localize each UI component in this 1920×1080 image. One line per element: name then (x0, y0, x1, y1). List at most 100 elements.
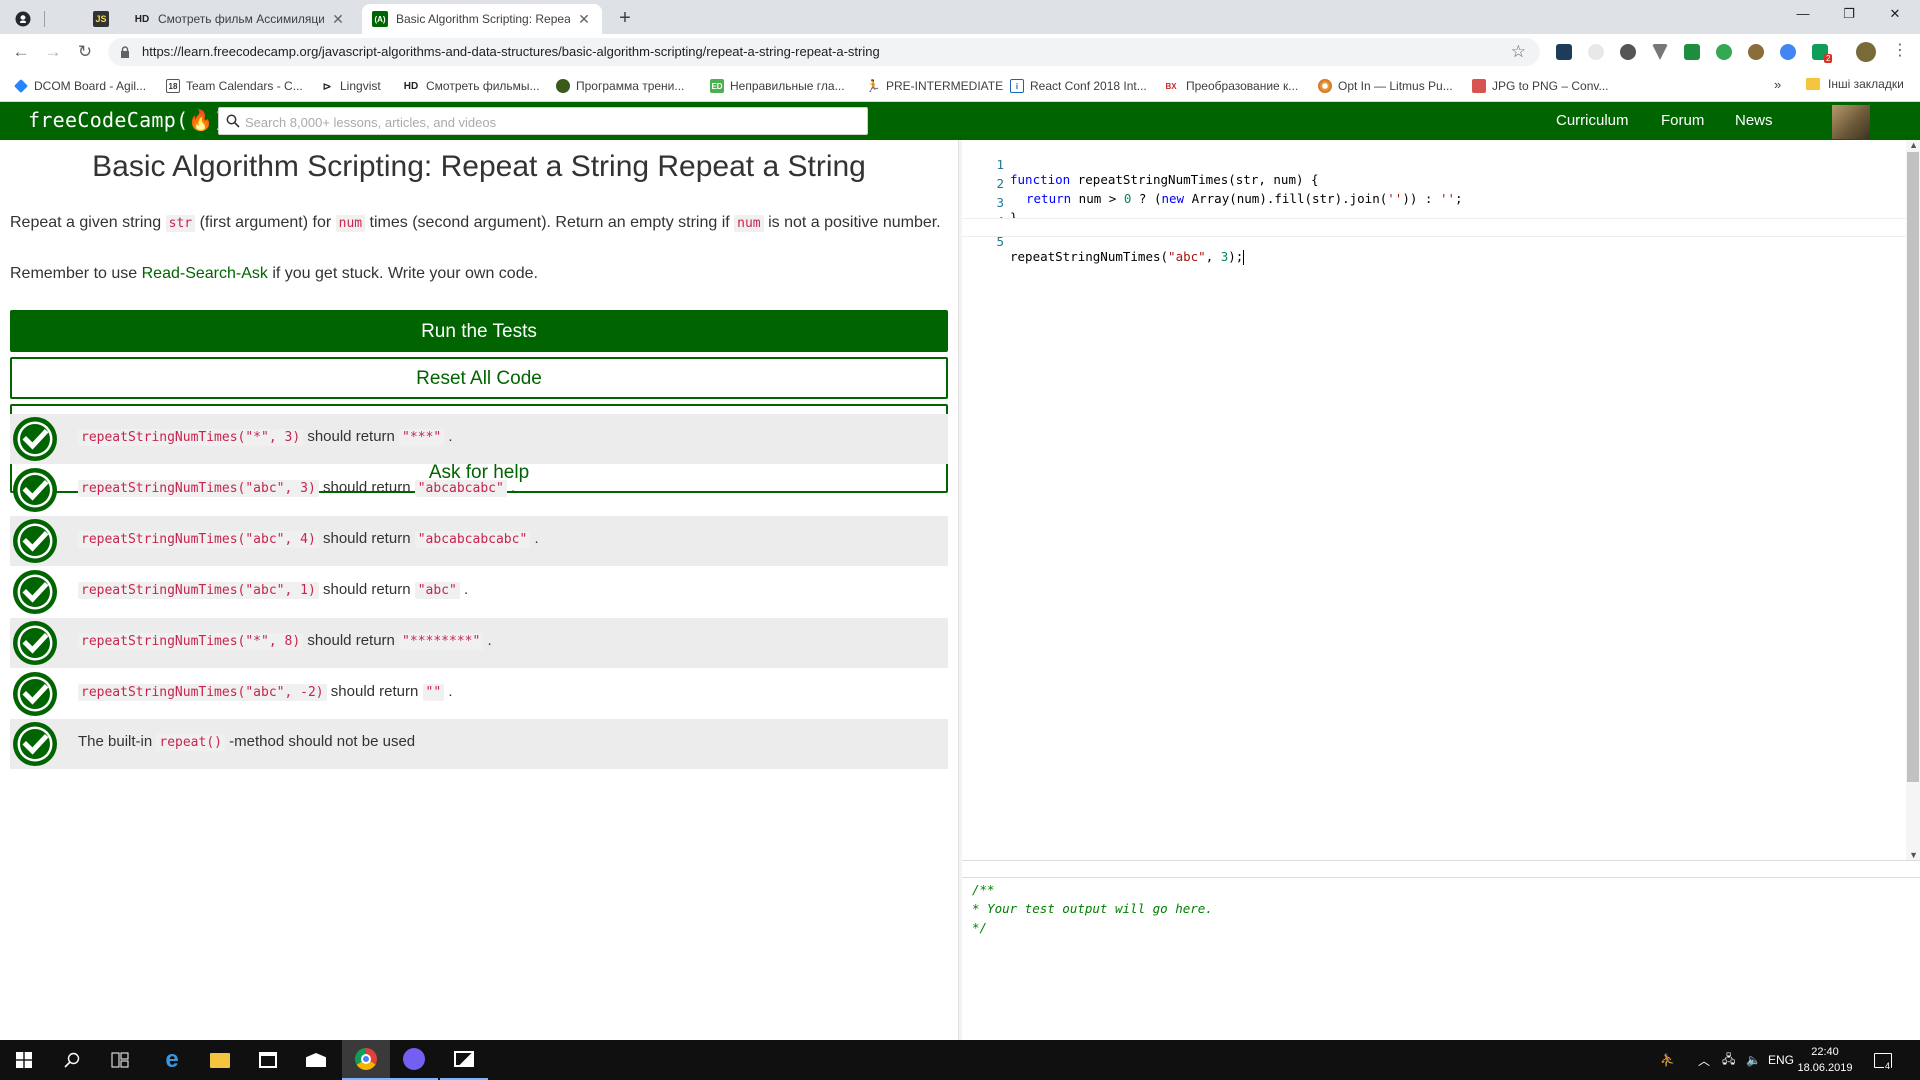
challenge-panel: Basic Algorithm Scripting: Repeat a Stri… (0, 140, 958, 1040)
fcc-navbar: freeCodeCamp(🔥) Curriculum Forum News (0, 102, 1920, 140)
inline-code: "***" (399, 429, 445, 446)
tab-github[interactable] (2, 4, 44, 34)
scroll-up-icon[interactable]: ▲ (1909, 140, 1918, 150)
read-search-ask-link[interactable]: Read-Search-Ask (142, 265, 268, 282)
challenge-description: Repeat a given string str (first argumen… (10, 214, 941, 232)
bookmark-item[interactable]: Opt In — Litmus Pu... (1318, 77, 1453, 95)
windows-taskbar: e ⛹ ︿ 🖧 🔈 ENG 22:40 18.06.2019 4 (0, 1040, 1920, 1080)
challenge-help-text: Remember to use Read-Search-Ask if you g… (10, 265, 538, 282)
taskbar-store[interactable] (244, 1040, 292, 1080)
bx-icon: BX (1165, 81, 1177, 91)
calendar-icon: 18 (166, 79, 180, 93)
input-language[interactable]: ENG (1768, 1040, 1794, 1080)
editor-scrollbar[interactable]: ▲ ▼ (1906, 140, 1920, 860)
extension-clock-icon[interactable] (1588, 44, 1604, 60)
extension-circle-icon[interactable] (1620, 44, 1636, 60)
close-window-button[interactable]: ✕ (1872, 0, 1918, 30)
photos-icon (454, 1051, 474, 1067)
chrome-menu-icon[interactable]: ⋮ (1892, 40, 1908, 60)
address-bar[interactable]: https://learn.freecodecamp.org/javascrip… (108, 38, 1540, 66)
tab-movie[interactable]: HD Смотреть фильм Ассимиляция ✕ (124, 4, 356, 34)
task-view-button[interactable] (96, 1040, 144, 1080)
fcc-search-box[interactable] (218, 107, 868, 135)
nav-forum-link[interactable]: Forum (1661, 112, 1704, 129)
extension-vue-icon[interactable] (1652, 44, 1668, 60)
taskbar-edge[interactable]: e (148, 1040, 196, 1080)
tray-chevron-icon[interactable]: ︿ (1698, 1040, 1710, 1080)
minimize-button[interactable]: — (1780, 0, 1826, 30)
test-passed-check-icon (13, 518, 57, 563)
lock-icon (121, 46, 129, 58)
system-clock[interactable]: 22:40 18.06.2019 (1794, 1044, 1856, 1076)
output-resize-handle[interactable] (962, 860, 1920, 878)
taskbar-photos[interactable] (440, 1040, 488, 1080)
bookmark-star-icon[interactable]: ☆ (1511, 42, 1526, 62)
tab-js[interactable]: JS (80, 4, 122, 34)
bookmark-item[interactable]: ⊳ Lingvist (320, 77, 380, 95)
fcc-logo[interactable]: freeCodeCamp(🔥) (28, 108, 226, 132)
extension-recycle-icon[interactable] (1716, 44, 1732, 60)
inline-code: num (335, 215, 366, 232)
volume-icon[interactable]: 🔈 (1746, 1040, 1761, 1080)
nav-news-link[interactable]: News (1735, 112, 1773, 129)
run-tests-button[interactable]: Run the Tests (10, 310, 948, 352)
bookmarks-overflow-button[interactable]: » (1774, 77, 1781, 92)
taskbar-file-explorer[interactable] (196, 1040, 244, 1080)
new-tab-button[interactable]: + (612, 6, 638, 32)
bookmark-item[interactable]: HD Смотреть фильмы... (402, 77, 540, 95)
extension-react-icon[interactable] (1556, 44, 1572, 60)
close-icon[interactable]: ✕ (576, 11, 592, 28)
taskbar-chrome[interactable] (342, 1040, 390, 1080)
search-input[interactable] (245, 112, 855, 132)
user-avatar[interactable] (1832, 105, 1870, 139)
bookmark-item[interactable]: DCOM Board - Agil... (14, 77, 146, 95)
bookmark-item[interactable]: JPG to PNG – Conv... (1472, 77, 1608, 95)
reset-code-button[interactable]: Reset All Code (10, 357, 948, 399)
test-passed-check-icon (13, 569, 57, 614)
clock-time: 22:40 (1811, 1046, 1839, 1058)
start-button[interactable] (0, 1040, 48, 1080)
network-icon[interactable]: 🖧 (1722, 1040, 1735, 1080)
code-editor[interactable]: 1 function repeatStringNumTimes(str, num… (962, 140, 1920, 860)
taskbar-mail[interactable] (292, 1040, 340, 1080)
scrollbar-thumb[interactable] (1907, 152, 1919, 782)
notification-count: 4 (1884, 1061, 1892, 1071)
extension-green-icon[interactable] (1684, 44, 1700, 60)
store-icon (259, 1052, 277, 1068)
extension-gear-icon[interactable] (1780, 44, 1796, 60)
extension-bird-icon[interactable] (1748, 44, 1764, 60)
test-text-fragment: The built-in (78, 733, 157, 751)
bookmark-item[interactable]: i React Conf 2018 Int... (1010, 77, 1147, 95)
bookmark-item[interactable]: 18 Team Calendars - C... (166, 77, 303, 95)
scroll-down-icon[interactable]: ▼ (1909, 850, 1918, 860)
action-center-button[interactable]: 4 (1874, 1040, 1899, 1080)
test-passed-check-icon (13, 417, 57, 461)
inline-code: "********" (399, 632, 484, 650)
tab-title: Смотреть фильм Ассимиляция (158, 12, 324, 26)
jira-icon (14, 79, 28, 93)
code-line-current: 5 repeatStringNumTimes("abc", 3); (962, 218, 1907, 265)
test-text-fragment: should return (318, 478, 415, 496)
close-icon[interactable]: ✕ (330, 11, 346, 28)
test-case-row: repeatStringNumTimes("abc", 3) should re… (10, 465, 948, 515)
bookmark-item[interactable]: Программа трени... (556, 77, 684, 95)
profile-avatar[interactable] (1856, 42, 1876, 62)
test-text-fragment: -method should not be used (225, 733, 416, 751)
bookmark-item[interactable]: BX Преобразование к... (1162, 77, 1298, 95)
hd-icon: HD (134, 13, 150, 25)
test-description: repeatStringNumTimes("abc", 3) should re… (78, 478, 515, 497)
test-passed-check-icon (13, 620, 57, 665)
nav-curriculum-link[interactable]: Curriculum (1556, 112, 1629, 129)
taskbar-search-button[interactable] (48, 1040, 96, 1080)
people-icon[interactable]: ⛹ (1660, 1040, 1675, 1080)
screen: JS HD Смотреть фильм Ассимиляция ✕ (A) B… (0, 0, 1920, 1080)
bookmark-item[interactable]: 🏃 PRE-INTERMEDIATE (866, 77, 1004, 95)
reload-button[interactable]: ↻ (72, 39, 98, 65)
taskbar-viber[interactable] (390, 1040, 438, 1080)
forward-button[interactable]: → (40, 39, 66, 65)
back-button[interactable]: ← (8, 39, 34, 65)
restore-button[interactable]: ❐ (1826, 0, 1872, 30)
other-bookmarks-folder[interactable]: Інші закладки (1806, 77, 1904, 91)
bookmark-item[interactable]: ED Неправильные гла... (710, 77, 845, 95)
tab-fcc-challenge[interactable]: (A) Basic Algorithm Scripting: Repeat ✕ (362, 4, 602, 34)
